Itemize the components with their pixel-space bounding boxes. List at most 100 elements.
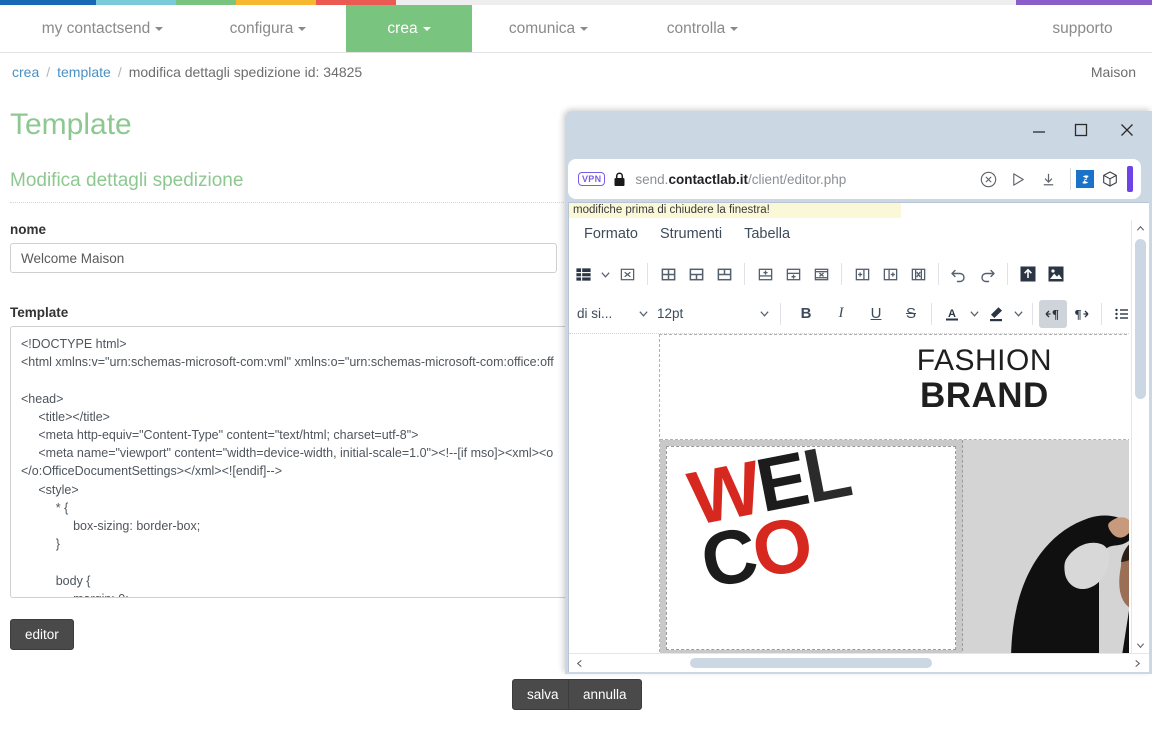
minimize-icon[interactable] [1026,123,1052,147]
menu-item-formato[interactable]: Formato [584,226,638,242]
send-icon[interactable] [1005,166,1031,192]
toolbar-separator [744,263,745,285]
text-color-icon[interactable]: A [938,300,966,328]
shield-blocked-icon[interactable] [975,166,1001,192]
close-icon[interactable] [1114,123,1140,147]
nav-item-controlla[interactable]: controlla [650,5,755,52]
extension-cube-icon[interactable] [1098,167,1122,191]
table-insert-row-before-icon[interactable] [751,260,779,288]
fashion-model-image[interactable] [971,462,1129,654]
underline-icon[interactable]: U [862,300,890,328]
svg-text:¶: ¶ [1074,306,1081,321]
vpn-badge[interactable]: VPN [578,172,606,186]
url-prefix: send. [635,171,669,187]
url-path: /client/editor.php [747,171,847,187]
welcome-text: WEL CO [682,446,856,605]
nav-item-comunica[interactable]: comunica [496,5,601,52]
email-body-row[interactable]: WEL CO [660,440,1129,654]
nav-item-label: controlla [666,20,726,37]
main-navigation: my contactsend configura crea comunica contr… [0,5,1152,53]
italic-icon[interactable]: I [827,300,855,328]
chevron-down-icon[interactable] [1010,300,1026,328]
breadcrumb-item-template[interactable]: template [57,64,111,80]
annulla-button[interactable]: annulla [568,679,642,710]
insert-image-icon[interactable] [1042,260,1070,288]
nav-item-my-contactsend[interactable]: my contactsend [30,5,175,52]
svg-text:A: A [948,308,956,320]
email-header-row[interactable]: FASHION BRAND [660,335,1129,440]
table-insert-column-after-icon[interactable] [876,260,904,288]
vertical-scroll-thumb[interactable] [1135,239,1146,399]
maximize-icon[interactable] [1068,123,1094,147]
redo-icon[interactable] [973,260,1001,288]
chevron-down-icon [760,311,769,317]
lock-icon[interactable] [613,172,626,187]
scroll-right-icon[interactable] [1129,654,1146,672]
nome-label: nome [10,222,47,237]
email-cell-left[interactable]: WEL CO [660,440,962,654]
font-family-value: di si... [577,306,613,321]
editor-button[interactable]: editor [10,619,74,650]
table-delete-row-icon[interactable] [807,260,835,288]
nav-item-supporto[interactable]: supporto [1035,5,1130,52]
horizontal-scroll-thumb[interactable] [690,658,932,668]
toolbar-separator [1032,302,1033,325]
table-icon[interactable] [569,260,597,288]
table-merge-cells-icon[interactable] [682,260,710,288]
urlbar-divider [1070,168,1071,190]
bold-icon[interactable]: B [792,300,820,328]
font-family-select[interactable]: di si... [573,300,653,328]
welcome-poster-image[interactable]: WEL CO [666,446,956,650]
nome-input[interactable] [10,243,557,273]
table-delete-icon[interactable] [613,260,641,288]
chevron-down-icon[interactable] [966,300,982,328]
nav-item-label: configura [229,20,294,37]
menu-item-strumenti[interactable]: Strumenti [660,226,722,242]
scroll-up-icon[interactable] [1132,220,1149,237]
chevron-down-icon[interactable] [597,260,613,288]
chevron-down-icon [730,26,739,31]
editor-vertical-scrollbar[interactable] [1131,220,1149,654]
chevron-down-icon [580,26,589,31]
editor-canvas[interactable]: FASHION BRAND WEL CO [569,334,1129,654]
editor-horizontal-scrollbar[interactable] [569,653,1149,672]
account-name[interactable]: Maison [1091,64,1136,80]
breadcrumb-current: modifica dettagli spedizione id: 34825 [128,64,363,80]
breadcrumb-item-crea[interactable]: crea [12,64,39,80]
scroll-down-icon[interactable] [1132,637,1149,654]
table-cell-properties-icon[interactable] [654,260,682,288]
ltr-icon[interactable]: ¶ [1039,299,1067,328]
table-insert-row-after-icon[interactable] [779,260,807,288]
font-size-select[interactable]: 12pt [653,300,774,328]
brand-line-2: BRAND [919,376,1049,415]
toolbar-separator [1101,302,1102,325]
editor-page: modifiche prima di chiudere la finestra!… [568,202,1149,672]
popup-titlebar [565,111,1152,159]
page-subtitle: Modifica dettagli spedizione [10,170,244,191]
nav-item-crea[interactable]: crea [346,5,472,52]
url-text[interactable]: send.contactlab.it/client/editor.php [635,172,975,187]
unsaved-changes-notice: modifiche prima di chiudere la finestra! [569,203,901,218]
email-cell-right[interactable] [962,440,1129,654]
strikethrough-icon[interactable]: S [897,300,925,328]
download-icon[interactable] [1035,166,1061,192]
page-title: Template [10,108,132,141]
extension-blue-icon[interactable] [1076,170,1094,188]
toolbar-separator [647,263,648,285]
table-split-cells-icon[interactable] [710,260,738,288]
upload-icon[interactable] [1014,260,1042,288]
chevron-down-icon [422,26,431,31]
email-template-table[interactable]: FASHION BRAND WEL CO [659,334,1129,654]
background-color-icon[interactable] [982,300,1010,328]
toolbar-separator [841,263,842,285]
scroll-left-icon[interactable] [571,654,588,672]
menu-item-tabella[interactable]: Tabella [744,226,790,242]
table-delete-column-icon[interactable] [904,260,932,288]
table-insert-column-before-icon[interactable] [848,260,876,288]
extension-purple-icon[interactable] [1127,166,1133,192]
salva-button[interactable]: salva [512,679,574,710]
rtl-icon[interactable]: ¶ [1067,300,1095,328]
font-size-value: 12pt [657,306,684,321]
undo-icon[interactable] [945,260,973,288]
nav-item-configura[interactable]: configura [218,5,318,52]
